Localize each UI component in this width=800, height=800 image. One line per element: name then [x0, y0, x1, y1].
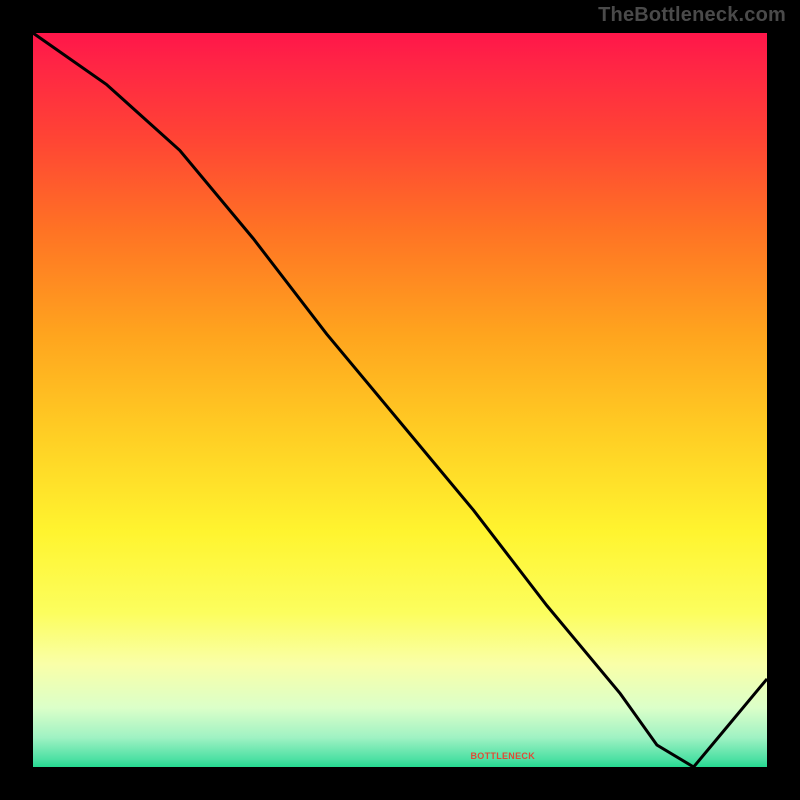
watermark-text: TheBottleneck.com — [598, 4, 786, 27]
curve-path — [33, 33, 767, 767]
plot-area: BOTTLENECK — [33, 33, 767, 767]
chart-container: TheBottleneck.com BOTTLENECK — [0, 0, 800, 800]
min-point-label: BOTTLENECK — [471, 751, 536, 761]
line-curve — [33, 33, 767, 767]
